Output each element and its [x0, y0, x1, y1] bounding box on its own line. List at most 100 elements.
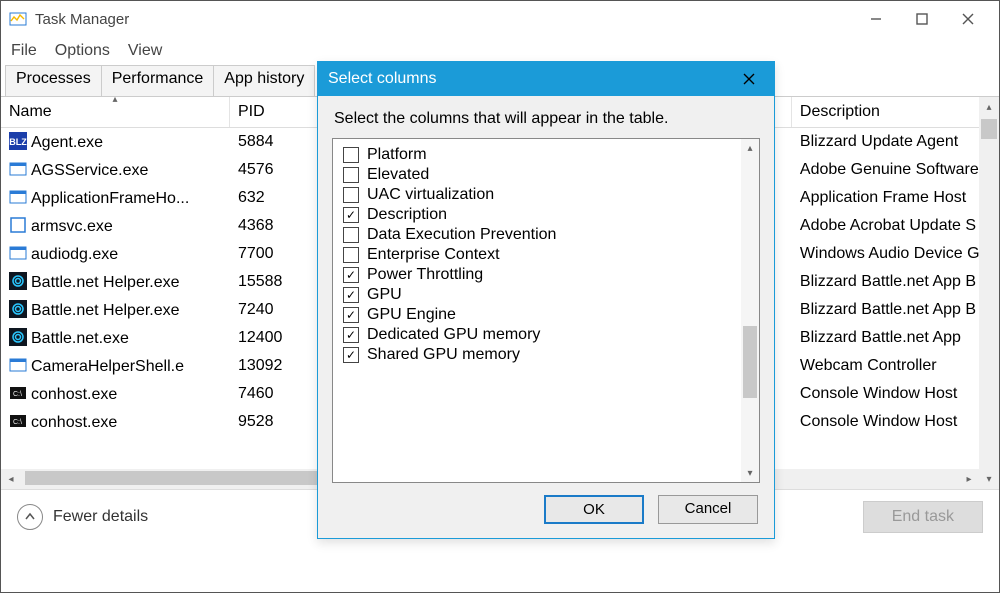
process-description: Blizzard Battle.net App: [791, 324, 998, 352]
process-pid: 13092: [229, 352, 322, 380]
checkbox[interactable]: [343, 227, 359, 243]
checkbox[interactable]: [343, 147, 359, 163]
column-option-label: Platform: [367, 146, 427, 164]
dialog-scroll-thumb[interactable]: [743, 326, 757, 398]
dialog-scroll-down-icon[interactable]: ▾: [741, 464, 759, 482]
column-option-label: GPU Engine: [367, 306, 456, 324]
column-option[interactable]: ✓ GPU Engine: [339, 305, 753, 325]
process-name: AGSService.exe: [31, 162, 148, 179]
process-name: armsvc.exe: [31, 218, 113, 235]
scroll-up-icon[interactable]: ▴: [979, 97, 999, 117]
process-pid: 632: [229, 184, 322, 212]
process-pid: 7240: [229, 296, 322, 324]
tab-processes[interactable]: Processes: [5, 65, 102, 96]
process-description: Adobe Acrobat Update S: [791, 212, 998, 240]
column-option[interactable]: UAC virtualization: [339, 185, 753, 205]
process-pid: 5884: [229, 128, 322, 157]
window-title: Task Manager: [35, 11, 129, 28]
scroll-left-icon[interactable]: ◂: [1, 469, 21, 489]
svg-text:C:\: C:\: [13, 419, 22, 426]
scroll-down-icon[interactable]: ▾: [979, 469, 999, 489]
ok-button[interactable]: OK: [544, 495, 644, 524]
process-icon: [9, 216, 27, 234]
cancel-button[interactable]: Cancel: [658, 495, 758, 524]
vscroll-thumb[interactable]: [981, 119, 997, 139]
dialog-close-button[interactable]: [734, 66, 764, 92]
dialog-instruction: Select the columns that will appear in t…: [318, 96, 774, 138]
process-pid: 4576: [229, 156, 322, 184]
dialog-title: Select columns: [328, 70, 437, 88]
checkbox[interactable]: ✓: [343, 207, 359, 223]
process-icon: [9, 300, 27, 318]
column-option[interactable]: Platform: [339, 145, 753, 165]
process-icon: C:\: [9, 412, 27, 430]
column-option-label: Data Execution Prevention: [367, 226, 556, 244]
sort-ascending-icon: ▴: [112, 97, 117, 105]
scroll-right-icon[interactable]: ▸: [959, 469, 979, 489]
process-description: Adobe Genuine Software: [791, 156, 998, 184]
fewer-details-button[interactable]: Fewer details: [17, 504, 148, 530]
process-icon: BLZ: [9, 132, 27, 150]
column-option[interactable]: ✓ Shared GPU memory: [339, 345, 753, 365]
process-name: ApplicationFrameHo...: [31, 190, 189, 207]
column-option-label: Description: [367, 206, 447, 224]
checkbox[interactable]: ✓: [343, 307, 359, 323]
column-option[interactable]: Elevated: [339, 165, 753, 185]
process-pid: 15588: [229, 268, 322, 296]
checkbox[interactable]: ✓: [343, 347, 359, 363]
menu-file[interactable]: File: [11, 42, 37, 60]
process-description: Webcam Controller: [791, 352, 998, 380]
checkbox[interactable]: [343, 247, 359, 263]
process-name: Agent.exe: [31, 134, 103, 151]
task-manager-icon: [9, 10, 27, 28]
dialog-scrollbar[interactable]: ▴ ▾: [741, 139, 759, 482]
dialog-button-row: OK Cancel: [318, 495, 774, 538]
checkbox[interactable]: [343, 187, 359, 203]
titlebar: Task Manager: [1, 1, 999, 37]
end-task-button[interactable]: End task: [863, 501, 983, 533]
column-option[interactable]: ✓ Description: [339, 205, 753, 225]
process-icon: [9, 160, 27, 178]
column-option[interactable]: ✓ Power Throttling: [339, 265, 753, 285]
maximize-button[interactable]: [899, 4, 945, 34]
checkbox[interactable]: ✓: [343, 327, 359, 343]
svg-text:BLZ: BLZ: [9, 137, 27, 147]
process-icon: [9, 244, 27, 262]
close-button[interactable]: [945, 4, 991, 34]
column-description[interactable]: Description: [791, 97, 998, 128]
minimize-button[interactable]: [853, 4, 899, 34]
dialog-list: PlatformElevatedUAC virtualization ✓ Descr…: [332, 138, 760, 483]
checkbox[interactable]: ✓: [343, 267, 359, 283]
dialog-titlebar: Select columns: [318, 62, 774, 96]
process-description: Blizzard Update Agent: [791, 128, 998, 157]
checkbox[interactable]: ✓: [343, 287, 359, 303]
column-option[interactable]: ✓ Dedicated GPU memory: [339, 325, 753, 345]
process-icon: [9, 272, 27, 290]
process-name: Battle.net Helper.exe: [31, 274, 180, 291]
tab-app-history[interactable]: App history: [213, 65, 315, 96]
checkbox[interactable]: [343, 167, 359, 183]
process-name: conhost.exe: [31, 414, 117, 431]
column-option-label: Shared GPU memory: [367, 346, 520, 364]
menu-view[interactable]: View: [128, 42, 162, 60]
process-pid: 12400: [229, 324, 322, 352]
column-name-label: Name: [9, 103, 52, 120]
column-option-label: Dedicated GPU memory: [367, 326, 540, 344]
fewer-details-label: Fewer details: [53, 508, 148, 526]
column-option-label: Power Throttling: [367, 266, 483, 284]
column-name[interactable]: ▴ Name: [1, 97, 229, 128]
process-name: CameraHelperShell.e: [31, 358, 184, 375]
dialog-scroll-up-icon[interactable]: ▴: [741, 139, 759, 157]
column-option[interactable]: Enterprise Context: [339, 245, 753, 265]
select-columns-dialog: Select columns Select the columns that w…: [317, 61, 775, 539]
process-name: conhost.exe: [31, 386, 117, 403]
vertical-scrollbar[interactable]: ▴ ▾: [979, 97, 999, 489]
column-option[interactable]: Data Execution Prevention: [339, 225, 753, 245]
process-icon: C:\: [9, 384, 27, 402]
menu-options[interactable]: Options: [55, 42, 110, 60]
tab-performance[interactable]: Performance: [101, 65, 215, 96]
chevron-up-icon: [17, 504, 43, 530]
process-description: Application Frame Host: [791, 184, 998, 212]
column-pid[interactable]: PID: [229, 97, 322, 128]
column-option[interactable]: ✓GPU: [339, 285, 753, 305]
